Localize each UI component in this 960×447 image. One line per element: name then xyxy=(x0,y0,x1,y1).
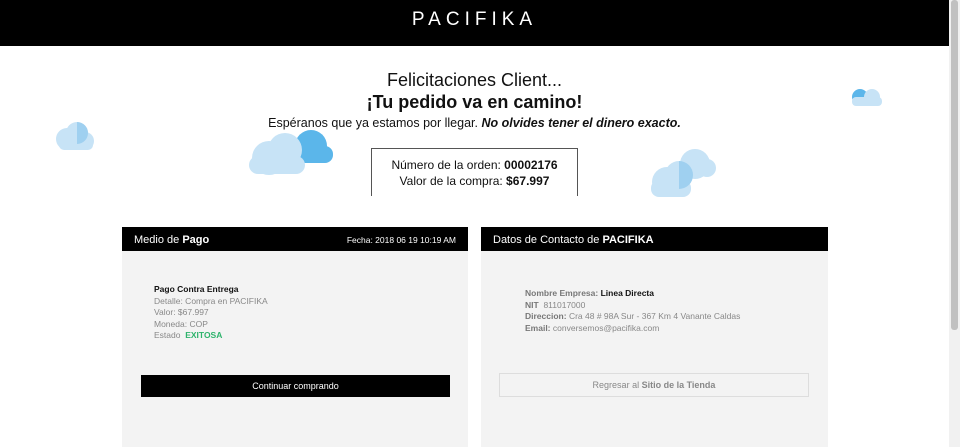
title-bold: PACIFIKA xyxy=(602,234,654,246)
address-value: Cra 48 # 98A Sur - 367 Km 4 Vanante Cald… xyxy=(568,311,741,321)
cloud-icon xyxy=(249,130,333,175)
status-label: Estado xyxy=(154,330,181,340)
nit-row: NIT 811017000 xyxy=(525,300,740,312)
company-value: Linea Directa xyxy=(600,288,654,298)
button-bold: Sitio de la Tienda xyxy=(641,380,716,390)
subtitle-text: Espéranos que ya estamos por llegar. xyxy=(268,116,482,130)
cloud-icon xyxy=(651,149,716,197)
payment-method: Pago Contra Entrega xyxy=(154,284,239,294)
order-amount-label: Valor de la compra: xyxy=(399,174,507,188)
title-plain: Datos de Contacto de xyxy=(493,234,603,246)
brand-logo[interactable]: PACIFIKA xyxy=(0,9,949,31)
contact-details: Nombre Empresa: Linea Directa NIT 811017… xyxy=(525,288,740,334)
title-plain: Medio de xyxy=(134,234,183,246)
order-amount-row: Valor de la compra: $67.997 xyxy=(372,173,577,189)
contact-card-title: Datos de Contacto de PACIFIKA xyxy=(493,227,654,253)
contact-card: Datos de Contacto de PACIFIKA Nombre Emp… xyxy=(481,227,828,447)
payment-card: Medio de Pago Fecha: 2018 06 19 10:19 AM… xyxy=(122,227,468,447)
email-row: Email: conversemos@pacifika.com xyxy=(525,323,740,335)
payment-card-title: Medio de Pago xyxy=(134,227,209,253)
nit-label: NIT xyxy=(525,299,539,310)
payment-status: Estado EXITOSA xyxy=(154,330,268,342)
order-status-title: ¡Tu pedido va en camino! xyxy=(366,92,583,112)
subtitle-emphasis: No olvides tener el dinero exacto. xyxy=(481,116,681,130)
address-label: Direccion: xyxy=(525,311,567,321)
title-bold: Pago xyxy=(182,234,210,246)
company-row: Nombre Empresa: Linea Directa xyxy=(525,288,740,300)
payment-card-header: Medio de Pago Fecha: 2018 06 19 10:19 AM xyxy=(122,227,468,251)
back-to-store-button[interactable]: Regresar al Sitio de la Tienda xyxy=(499,373,809,397)
payment-detail: Detalle: Compra en PACIFIKA xyxy=(154,295,268,306)
scrollbar-thumb[interactable] xyxy=(951,0,958,330)
address-row: Direccion: Cra 48 # 98A Sur - 367 Km 4 V… xyxy=(525,311,740,323)
button-plain: Regresar al xyxy=(592,380,642,390)
order-number-value: 00002176 xyxy=(504,158,558,172)
contact-card-header: Datos de Contacto de PACIFIKA xyxy=(481,227,828,251)
order-amount-value: $67.997 xyxy=(506,174,550,188)
email-link[interactable]: conversemos@pacifika.com xyxy=(553,323,659,333)
company-label: Nombre Empresa: xyxy=(525,288,601,298)
order-number-row: Número de la orden: 00002176 xyxy=(372,157,577,173)
delivery-subtitle: Espéranos que ya estamos por llegar. No … xyxy=(0,116,949,130)
payment-value: Valor: $67.997 xyxy=(154,307,209,317)
payment-currency: Moneda: COP xyxy=(154,318,208,329)
email-label: Email: xyxy=(525,322,551,333)
status-badge: EXITOSA xyxy=(185,330,223,340)
greeting-text: Felicitaciones Client... xyxy=(386,70,563,90)
order-number-label: Número de la orden: xyxy=(391,158,505,172)
nit-value: 811017000 xyxy=(543,299,586,310)
payment-details: Pago Contra Entrega Detalle: Compra en P… xyxy=(154,284,268,342)
payment-date: Fecha: 2018 06 19 10:19 AM xyxy=(346,235,456,245)
top-header-bar: PACIFIKA xyxy=(0,0,949,46)
order-summary-box: Número de la orden: 00002176 Valor de la… xyxy=(371,148,578,196)
continue-shopping-button[interactable]: Continuar comprando xyxy=(141,375,450,397)
